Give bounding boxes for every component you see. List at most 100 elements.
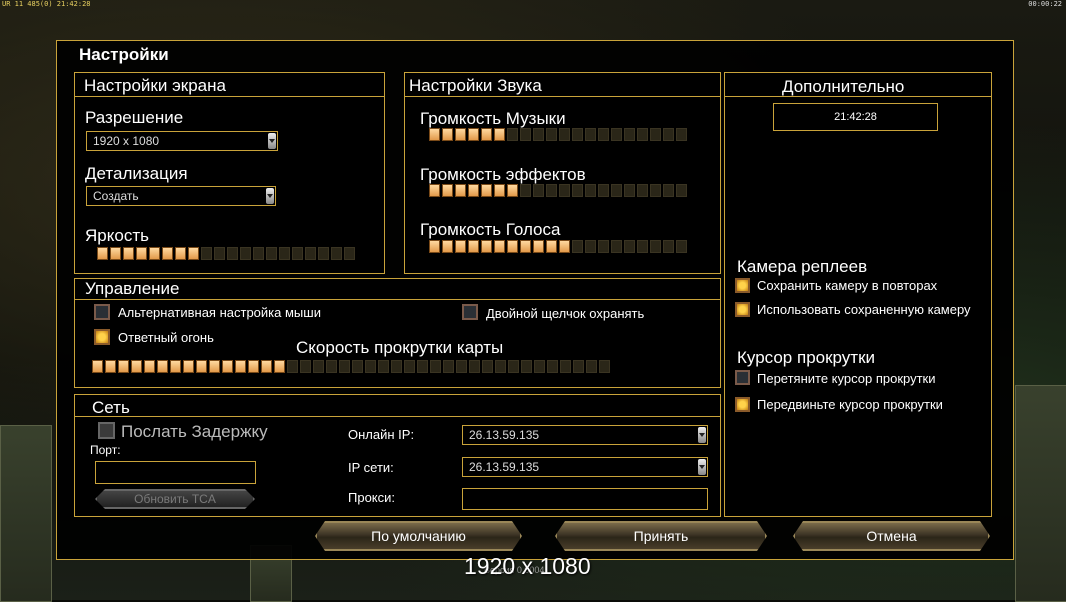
slider-segment[interactable]: [455, 184, 466, 197]
scroll-speed-slider[interactable]: [92, 360, 610, 374]
slider-segment[interactable]: [507, 128, 518, 141]
alt-mouse-checkbox[interactable]: [94, 304, 110, 320]
slider-segment[interactable]: [507, 184, 518, 197]
slider-segment[interactable]: [598, 240, 609, 253]
slider-segment[interactable]: [533, 184, 544, 197]
slider-segment[interactable]: [123, 247, 134, 260]
slider-segment[interactable]: [455, 240, 466, 253]
slider-segment[interactable]: [188, 247, 199, 260]
slider-segment[interactable]: [222, 360, 233, 373]
slider-segment[interactable]: [585, 128, 596, 141]
slider-segment[interactable]: [663, 240, 674, 253]
slider-segment[interactable]: [533, 128, 544, 141]
slider-segment[interactable]: [494, 240, 505, 253]
slider-segment[interactable]: [494, 184, 505, 197]
slider-segment[interactable]: [162, 247, 173, 260]
voice-volume-slider[interactable]: [429, 240, 687, 254]
slider-segment[interactable]: [404, 360, 415, 373]
slider-segment[interactable]: [624, 184, 635, 197]
slider-segment[interactable]: [287, 360, 298, 373]
slider-segment[interactable]: [318, 247, 329, 260]
slider-segment[interactable]: [261, 360, 272, 373]
slider-segment[interactable]: [611, 184, 622, 197]
slider-segment[interactable]: [455, 128, 466, 141]
slider-segment[interactable]: [417, 360, 428, 373]
slider-segment[interactable]: [494, 128, 505, 141]
slider-segment[interactable]: [637, 240, 648, 253]
slider-segment[interactable]: [663, 128, 674, 141]
slider-segment[interactable]: [481, 184, 492, 197]
lan-ip-select[interactable]: 26.13.59.135: [462, 457, 708, 477]
slider-segment[interactable]: [598, 128, 609, 141]
defaults-button[interactable]: По умолчанию: [315, 521, 522, 551]
slider-segment[interactable]: [196, 360, 207, 373]
slider-segment[interactable]: [521, 360, 532, 373]
slider-segment[interactable]: [481, 128, 492, 141]
cancel-button[interactable]: Отмена: [793, 521, 990, 551]
slider-segment[interactable]: [274, 360, 285, 373]
slider-segment[interactable]: [313, 360, 324, 373]
slider-segment[interactable]: [378, 360, 389, 373]
slider-segment[interactable]: [429, 128, 440, 141]
slider-segment[interactable]: [546, 128, 557, 141]
slider-segment[interactable]: [136, 247, 147, 260]
slider-segment[interactable]: [624, 128, 635, 141]
slider-segment[interactable]: [508, 360, 519, 373]
slider-segment[interactable]: [214, 247, 225, 260]
slider-segment[interactable]: [572, 184, 583, 197]
slider-segment[interactable]: [468, 128, 479, 141]
slider-segment[interactable]: [391, 360, 402, 373]
slider-segment[interactable]: [326, 360, 337, 373]
send-delay-checkbox[interactable]: [98, 422, 115, 439]
slider-segment[interactable]: [279, 247, 290, 260]
slider-segment[interactable]: [637, 128, 648, 141]
slider-segment[interactable]: [599, 360, 610, 373]
slider-segment[interactable]: [468, 240, 479, 253]
slider-segment[interactable]: [430, 360, 441, 373]
slider-segment[interactable]: [546, 240, 557, 253]
detail-select[interactable]: Создать: [86, 186, 276, 206]
slider-segment[interactable]: [676, 184, 687, 197]
slider-segment[interactable]: [253, 247, 264, 260]
slider-segment[interactable]: [663, 184, 674, 197]
slider-segment[interactable]: [611, 128, 622, 141]
slider-segment[interactable]: [131, 360, 142, 373]
slider-segment[interactable]: [442, 184, 453, 197]
slider-segment[interactable]: [118, 360, 129, 373]
resolution-select[interactable]: 1920 x 1080: [86, 131, 278, 151]
brightness-slider[interactable]: [97, 247, 355, 261]
slider-segment[interactable]: [144, 360, 155, 373]
slider-segment[interactable]: [546, 184, 557, 197]
slider-segment[interactable]: [292, 247, 303, 260]
slider-segment[interactable]: [183, 360, 194, 373]
accept-button[interactable]: Принять: [555, 521, 767, 551]
slider-segment[interactable]: [443, 360, 454, 373]
use-saved-camera-checkbox[interactable]: [735, 302, 750, 317]
slider-segment[interactable]: [559, 184, 570, 197]
music-volume-slider[interactable]: [429, 128, 687, 142]
slider-segment[interactable]: [547, 360, 558, 373]
slider-segment[interactable]: [105, 360, 116, 373]
slider-segment[interactable]: [175, 247, 186, 260]
slider-segment[interactable]: [110, 247, 121, 260]
slider-segment[interactable]: [676, 240, 687, 253]
effects-volume-slider[interactable]: [429, 184, 687, 198]
slider-segment[interactable]: [572, 240, 583, 253]
slider-segment[interactable]: [624, 240, 635, 253]
save-camera-checkbox[interactable]: [735, 278, 750, 293]
slider-segment[interactable]: [266, 247, 277, 260]
slider-segment[interactable]: [149, 247, 160, 260]
slider-segment[interactable]: [456, 360, 467, 373]
slider-segment[interactable]: [429, 240, 440, 253]
slider-segment[interactable]: [585, 240, 596, 253]
slider-segment[interactable]: [598, 184, 609, 197]
slider-segment[interactable]: [637, 184, 648, 197]
slider-segment[interactable]: [235, 360, 246, 373]
slider-segment[interactable]: [442, 128, 453, 141]
slider-segment[interactable]: [305, 247, 316, 260]
proxy-input[interactable]: [462, 488, 708, 510]
online-ip-select[interactable]: 26.13.59.135: [462, 425, 708, 445]
slider-segment[interactable]: [170, 360, 181, 373]
slider-segment[interactable]: [352, 360, 363, 373]
slider-segment[interactable]: [534, 360, 545, 373]
